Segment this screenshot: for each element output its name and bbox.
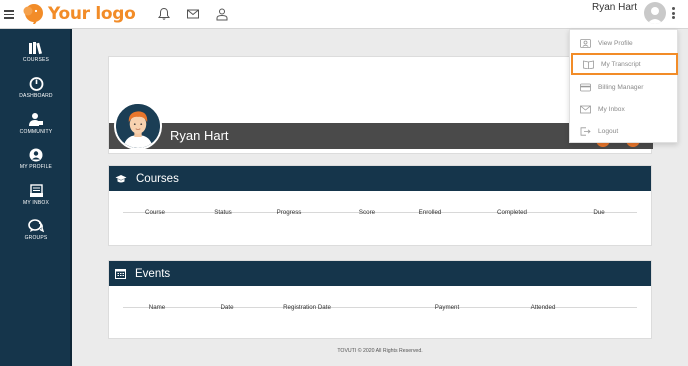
sidebar: COURSES DASHBOARD COMMUNITY MY PROFILE M… [0, 29, 72, 366]
chat-icon [28, 219, 44, 233]
logo-text: Your logo [48, 4, 136, 24]
menu-item-label: Logout [598, 127, 619, 135]
sidebar-item-groups[interactable]: GROUPS [0, 219, 72, 241]
events-title: Events [135, 267, 171, 280]
profile-avatar[interactable] [114, 102, 162, 150]
profile-card-icon [580, 38, 591, 48]
events-panel: Events Name Date Registration Date Payme… [108, 260, 652, 339]
books-icon [29, 42, 43, 55]
sidebar-item-label: COURSES [22, 57, 50, 63]
gauge-icon [29, 77, 43, 91]
menu-icon[interactable] [4, 10, 14, 19]
courses-header: Courses [109, 166, 651, 191]
sidebar-item-my-inbox[interactable]: MY INBOX [0, 184, 72, 206]
bell-icon[interactable] [157, 7, 171, 21]
credit-card-icon [580, 83, 591, 91]
sidebar-item-label: MY INBOX [23, 200, 49, 206]
inbox-icon [29, 184, 43, 197]
menu-item-label: Billing Manager [598, 83, 644, 91]
menu-item-label: View Profile [598, 39, 633, 47]
events-table-header: Name Date Registration Date Payment Atte… [123, 286, 637, 311]
user-name[interactable]: Ryan Hart [592, 2, 637, 13]
sidebar-item-courses[interactable]: COURSES [0, 41, 72, 63]
kebab-icon[interactable] [672, 7, 676, 21]
column-header: Payment [434, 304, 460, 311]
sidebar-item-dashboard[interactable]: DASHBOARD [0, 77, 72, 99]
column-header: Due [593, 209, 605, 216]
column-header: Attended [530, 304, 556, 311]
menu-item-my-transcript[interactable]: My Transcript [571, 53, 678, 75]
graduation-cap-icon [115, 174, 127, 182]
community-icon [29, 113, 43, 126]
avatar[interactable] [644, 2, 666, 24]
top-bar: Your logo Ryan Hart [0, 0, 688, 29]
profile-icon [29, 148, 43, 162]
logo[interactable]: Your logo [23, 2, 136, 26]
sidebar-item-label: DASHBOARD [19, 93, 53, 99]
sidebar-item-label: COMMUNITY [19, 129, 53, 135]
column-header: Registration Date [283, 304, 331, 311]
sidebar-item-my-profile[interactable]: MY PROFILE [0, 148, 72, 170]
menu-item-label: My Transcript [601, 60, 641, 68]
sidebar-item-label: MY PROFILE [19, 164, 53, 170]
sidebar-item-community[interactable]: COMMUNITY [0, 112, 72, 135]
book-open-icon [583, 60, 594, 69]
menu-item-billing-manager[interactable]: Billing Manager [570, 76, 679, 98]
profile-name: Ryan Hart [170, 128, 229, 143]
calendar-icon [115, 269, 126, 279]
column-header: Date [220, 304, 234, 311]
column-header: Name [148, 304, 166, 311]
envelope-icon [580, 105, 591, 113]
mail-icon[interactable] [186, 7, 200, 21]
footer-copyright: TOVUTI © 2020 All Rights Reserved. [337, 348, 423, 354]
user-icon[interactable] [215, 7, 229, 21]
menu-item-view-profile[interactable]: View Profile [570, 32, 679, 54]
elephant-logo-icon [23, 4, 43, 24]
column-header: Progress [276, 209, 302, 216]
sidebar-item-label: GROUPS [24, 235, 48, 241]
user-dropdown-menu: View Profile My Transcript Billing Manag… [569, 29, 678, 143]
events-header: Events [109, 261, 651, 286]
menu-item-my-inbox[interactable]: My Inbox [570, 98, 679, 120]
column-header: Score [358, 209, 376, 216]
menu-item-label: My Inbox [598, 105, 625, 113]
column-header: Status [214, 209, 232, 216]
courses-table-header: Course Status Progress Score Enrolled Co… [123, 191, 637, 216]
column-header: Enrolled [418, 209, 442, 216]
avatar-illustration-icon [116, 104, 160, 148]
avatar-placeholder-icon [647, 7, 663, 24]
courses-panel: Courses Course Status Progress Score Enr… [108, 165, 652, 246]
menu-item-logout[interactable]: Logout [570, 120, 679, 142]
courses-title: Courses [136, 172, 179, 185]
column-header: Course [145, 209, 165, 216]
column-header: Completed [497, 209, 527, 216]
logout-icon [580, 126, 591, 136]
